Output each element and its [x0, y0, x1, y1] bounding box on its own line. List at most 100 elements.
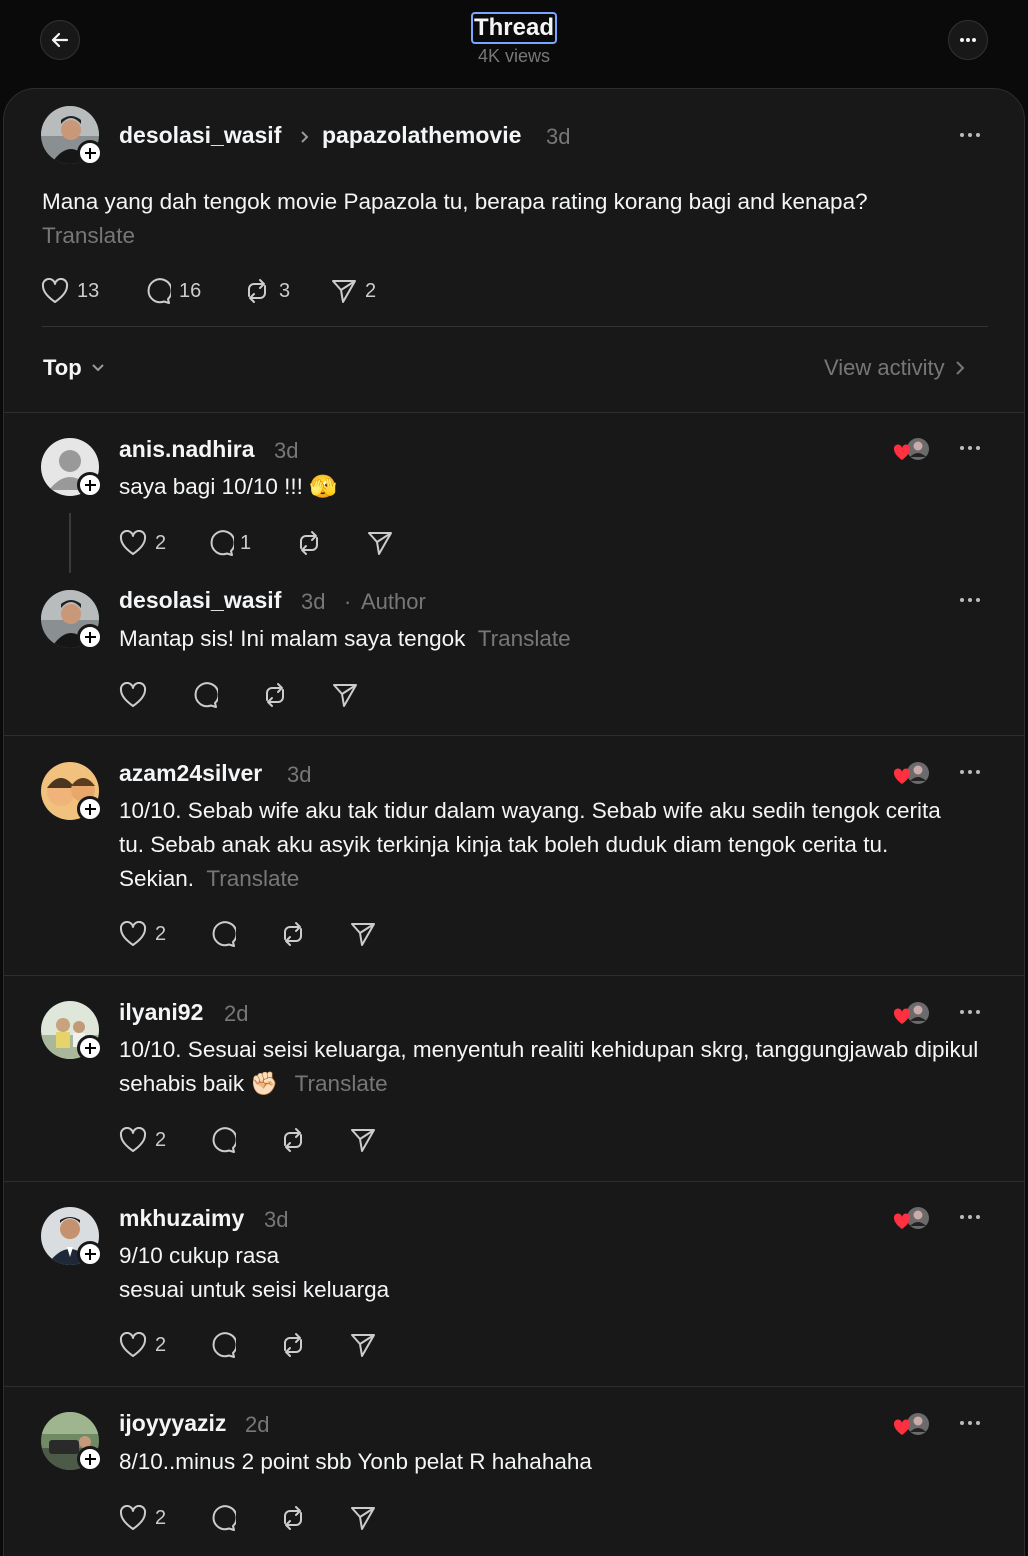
like-button[interactable]: 2 [119, 1127, 166, 1153]
repost-button[interactable]: 3 [243, 278, 290, 304]
reply-text-block: saya bagi 10/10 !!! 🫣 [119, 470, 337, 504]
reply-username[interactable]: anis.nadhira [119, 436, 254, 463]
page-title: Thread [470, 12, 557, 44]
reply-time: 3d [287, 762, 312, 787]
share-button[interactable]: 2 [331, 278, 376, 304]
comment-button[interactable]: 16 [144, 278, 201, 305]
share-button[interactable] [367, 530, 393, 556]
reply-username[interactable]: desolasi_wasif [119, 587, 281, 614]
reply-time: 2d [224, 1001, 249, 1026]
sort-label: Top [43, 355, 82, 380]
translate-link[interactable]: Translate [478, 626, 571, 651]
share-button[interactable] [350, 921, 376, 947]
follow-plus-icon[interactable] [77, 472, 103, 498]
share-icon [351, 1507, 375, 1530]
share-button[interactable] [350, 1332, 376, 1358]
more-icon[interactable] [960, 1010, 984, 1016]
more-icon[interactable] [960, 598, 984, 604]
op-username[interactable]: desolasi_wasif [119, 122, 281, 149]
divider [4, 412, 1024, 413]
like-button[interactable]: 2 [119, 921, 166, 947]
more-icon[interactable] [960, 1215, 984, 1221]
like-count: 2 [155, 531, 167, 554]
like-button[interactable] [119, 682, 147, 708]
like-button[interactable]: 2 [119, 530, 166, 556]
reply-text: 8/10..minus 2 point sbb Yonb pelat R hah… [119, 1449, 592, 1474]
follow-plus-icon[interactable] [77, 624, 103, 650]
heart-icon [119, 1332, 147, 1357]
reply-time: 3d [264, 1207, 289, 1232]
repost-count: 3 [279, 279, 291, 302]
sort-dropdown[interactable]: Top [43, 355, 105, 381]
divider [4, 1386, 1024, 1387]
comment-icon [212, 1127, 236, 1153]
more-icon[interactable] [960, 1421, 984, 1427]
emoji: ✊🏻 [250, 1071, 279, 1096]
reply-username[interactable]: ijoyyyaziz [119, 1410, 226, 1437]
share-button[interactable] [350, 1505, 376, 1531]
reply-text-line: sesuai untuk seisi keluarga [119, 1277, 390, 1302]
chevron-right-icon [301, 131, 309, 143]
like-button[interactable]: 13 [41, 278, 99, 304]
divider [42, 326, 988, 327]
comment-count: 1 [240, 532, 252, 554]
repost-icon [284, 1333, 302, 1357]
translate-link[interactable]: Translate [42, 223, 135, 248]
comment-button[interactable]: 1 [207, 530, 251, 557]
share-icon [351, 1334, 375, 1357]
divider [4, 735, 1024, 736]
comment-button[interactable] [209, 1505, 236, 1532]
repost-button[interactable] [295, 530, 323, 556]
repost-button[interactable] [279, 1505, 307, 1531]
like-count: 13 [77, 279, 100, 302]
follow-plus-icon[interactable] [77, 1446, 103, 1472]
like-count: 2 [155, 1333, 167, 1356]
share-icon [333, 684, 357, 707]
reply-text-block: 9/10 cukup rasa sesuai untuk seisi kelua… [119, 1239, 389, 1307]
header-title-block: Thread 4K views [0, 12, 1028, 67]
heart-icon [119, 682, 147, 707]
repost-icon [284, 1506, 302, 1530]
repost-button[interactable] [279, 1332, 307, 1358]
reply-time: 3d [274, 438, 299, 463]
chevron-right-icon [955, 361, 965, 375]
separator-dot: · [344, 589, 352, 614]
follow-plus-icon[interactable] [77, 1035, 103, 1061]
comment-button[interactable] [209, 1127, 236, 1154]
repost-button[interactable] [279, 1127, 307, 1153]
chevron-down-icon [91, 364, 104, 372]
share-button[interactable] [332, 682, 358, 708]
repost-icon [284, 922, 302, 946]
view-activity-label: View activity [824, 355, 945, 380]
op-time: 3d [546, 124, 571, 149]
more-icon[interactable] [960, 133, 984, 139]
translate-link[interactable]: Translate [295, 1071, 388, 1096]
more-icon[interactable] [960, 446, 984, 452]
view-activity-link[interactable]: View activity [824, 355, 965, 381]
liked-by-author-icon [893, 1411, 934, 1439]
reply-username[interactable]: azam24silver [119, 760, 262, 787]
follow-plus-icon[interactable] [77, 140, 103, 166]
repost-button[interactable] [261, 682, 289, 708]
share-icon [368, 532, 392, 555]
like-button[interactable]: 2 [119, 1505, 166, 1531]
more-icon[interactable] [960, 770, 984, 776]
op-reply-to[interactable]: papazolathemovie [322, 122, 521, 149]
repost-icon [300, 531, 318, 555]
header: Thread 4K views [0, 0, 1028, 88]
share-button[interactable] [350, 1127, 376, 1153]
share-count: 2 [365, 279, 377, 302]
translate-link[interactable]: Translate [206, 866, 299, 891]
repost-icon [266, 683, 284, 707]
comment-button[interactable] [209, 1332, 236, 1359]
comment-button[interactable] [191, 682, 218, 709]
more-options-button[interactable] [948, 20, 988, 60]
follow-plus-icon[interactable] [77, 1241, 103, 1267]
comment-button[interactable] [209, 921, 236, 948]
like-button[interactable]: 2 [119, 1332, 166, 1358]
reply-username[interactable]: mkhuzaimy [119, 1205, 244, 1232]
follow-plus-icon[interactable] [77, 796, 103, 822]
repost-button[interactable] [279, 921, 307, 947]
reply-username[interactable]: ilyani92 [119, 999, 203, 1026]
comment-count: 16 [179, 280, 202, 302]
